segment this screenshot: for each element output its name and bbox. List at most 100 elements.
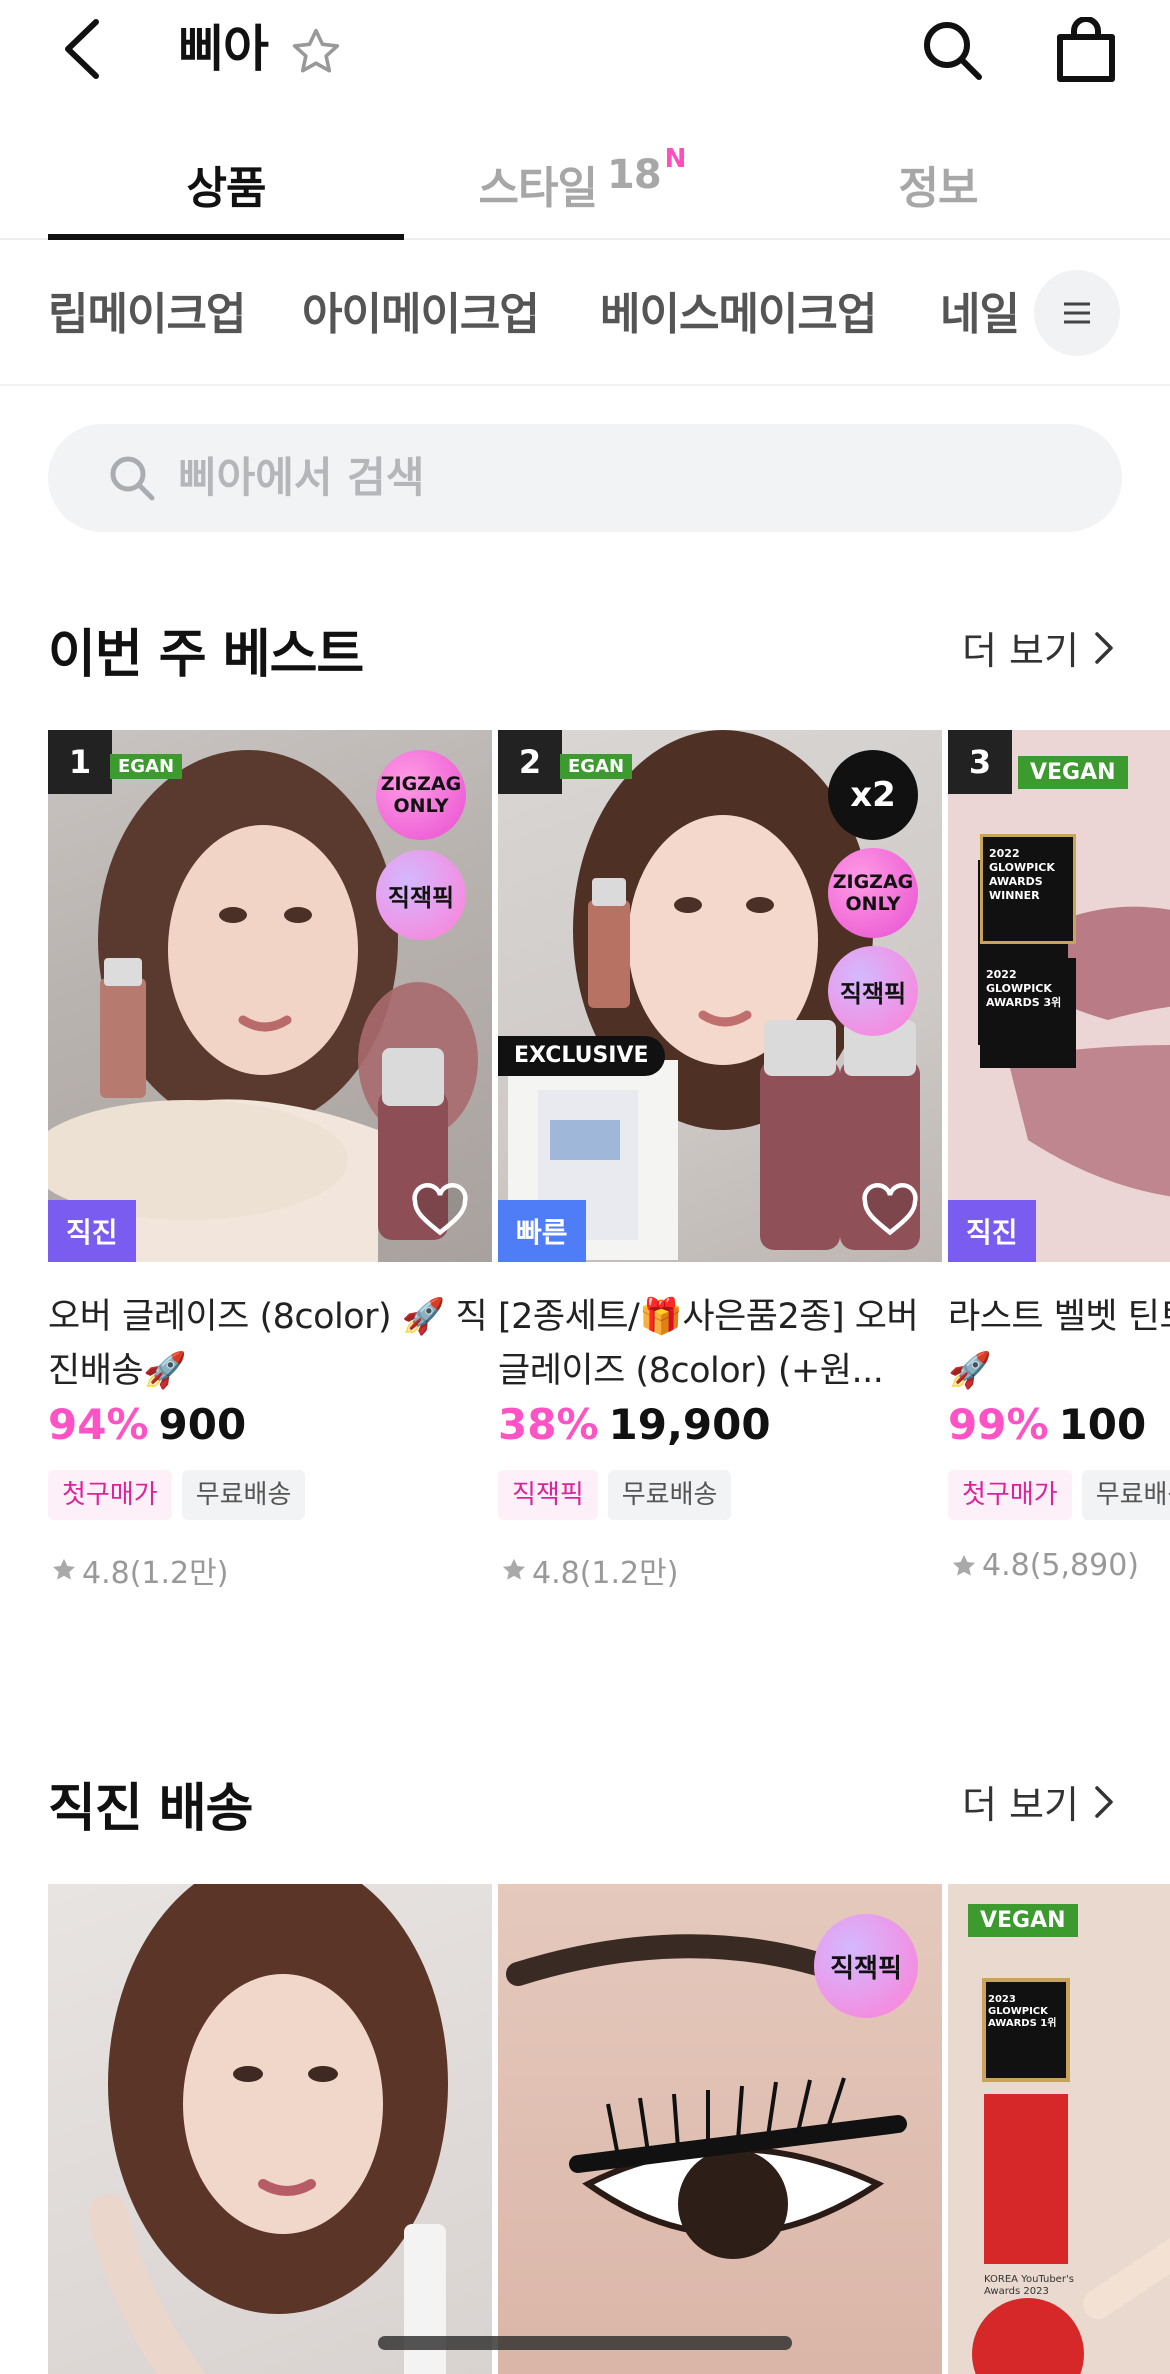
tab-info[interactable]: 정보 <box>760 130 1116 230</box>
category-chip[interactable]: 립메이크업 <box>48 278 246 342</box>
exclusive-label: EXCLUSIVE <box>498 1036 665 1076</box>
tab-style[interactable]: 스타일 18 N <box>404 130 760 230</box>
more-link[interactable]: 더 보기 <box>962 1774 1115 1829</box>
rating-value: 4.8(1.2만) <box>82 1556 229 1591</box>
tag-chip: 첫구매가 <box>948 1470 1072 1520</box>
product-image[interactable] <box>48 1884 492 2374</box>
product-card[interactable] <box>48 1884 492 2374</box>
tab-products[interactable]: 상품 <box>48 130 404 230</box>
jikjaekpick-badge: 직잭픽 <box>814 1914 918 2018</box>
product-card[interactable]: 2 EGAN x2 ZIGZAG ONLY 직잭픽 EXCLUSIVE 빠른 [… <box>498 730 942 1592</box>
price-value: 19,900 <box>608 1400 771 1449</box>
shipping-tag: 빠른 <box>498 1200 586 1262</box>
heart-icon[interactable] <box>860 1180 920 1240</box>
star-filled-icon <box>52 1558 76 1580</box>
section-title: 이번 주 베스트 <box>48 625 364 685</box>
search-icon <box>924 22 982 80</box>
star-filled-icon <box>952 1554 976 1576</box>
product-card[interactable]: VEGAN 2023 GLOWPICK AWARDS 1위 KOREA YouT… <box>948 1884 1170 2374</box>
store-search-bar[interactable]: 삐아에서 검색 <box>48 424 1122 532</box>
product-rating: 4.8(5,890) <box>950 1548 1139 1583</box>
shipping-tag: 직진 <box>48 1200 136 1262</box>
rank-badge: 3 <box>948 730 1012 794</box>
product-rating: 4.8(1.2만) <box>500 1548 678 1592</box>
product-tags: 직잭픽 무료배송 <box>498 1470 741 1520</box>
vegan-badge: VEGAN <box>1018 756 1128 789</box>
award-badge: 2022 GLOWPICK AWARDS 3위 <box>980 958 1076 1068</box>
shopping-bag-button[interactable] <box>1046 10 1126 90</box>
x2-badge: x2 <box>828 750 918 840</box>
new-badge: N <box>664 144 687 174</box>
menu-icon <box>1064 302 1090 324</box>
star-outline-icon <box>292 28 340 73</box>
tag-chip: 직잭픽 <box>498 1470 598 1520</box>
product-title: 라스트 벨벳 틴트 🚀직진배송🚀 <box>948 1297 1170 1391</box>
chevron-left-icon <box>65 19 99 79</box>
favorite-button[interactable] <box>284 20 348 84</box>
product-card[interactable]: 3 VEGAN 2022 GLOWPICK AWARDS WINNER 2022… <box>948 730 1170 1590</box>
product-title: [2종세트/🎁사은품2종] 오버 글레이즈 (8color) (+원... <box>498 1297 919 1391</box>
category-chip[interactable]: 아이메이크업 <box>302 278 540 342</box>
award-text: 2023 GLOWPICK AWARDS 1위 <box>988 1994 1057 2029</box>
active-tab-indicator <box>48 234 404 240</box>
store-tabs: 상품 스타일 18 N 정보 <box>0 110 1170 240</box>
tag-chip: 무료배송 <box>181 1470 306 1520</box>
shipping-tag: 직진 <box>948 1200 1036 1262</box>
product-image[interactable]: VEGAN 2023 GLOWPICK AWARDS 1위 KOREA YouT… <box>948 1884 1170 2374</box>
heart-icon[interactable] <box>410 1180 470 1240</box>
product-price: 38% 19,900 <box>498 1400 771 1449</box>
back-button[interactable] <box>48 14 118 84</box>
category-menu-button[interactable] <box>1034 270 1120 356</box>
store-title: 삐아 <box>178 20 269 78</box>
product-title: 오버 글레이즈 (8color) 🚀 직진배송🚀 <box>48 1297 488 1391</box>
product-image[interactable]: 1 EGAN ZIGZAG ONLY 직잭픽 직진 <box>48 730 492 1262</box>
jikjaekpick-badge: 직잭픽 <box>376 850 466 940</box>
tab-label: 스타일 <box>478 163 598 214</box>
tag-chip: 무료배송 <box>1081 1470 1170 1520</box>
award-badge: 2022 GLOWPICK AWARDS WINNER <box>980 834 1076 944</box>
discount-rate: 38% <box>498 1400 599 1449</box>
vegan-badge: EGAN <box>560 754 633 779</box>
product-image[interactable]: 직잭픽 <box>498 1884 942 2374</box>
shopping-bag-icon <box>1057 17 1115 82</box>
product-image[interactable]: 3 VEGAN 2022 GLOWPICK AWARDS WINNER 2022… <box>948 730 1170 1262</box>
zigzag-only-badge: ZIGZAG ONLY <box>828 848 918 938</box>
price-value: 900 <box>158 1400 247 1449</box>
category-chip[interactable]: 네일 <box>940 278 1020 342</box>
rating-value: 4.8(1.2만) <box>532 1556 679 1591</box>
product-image[interactable]: 2 EGAN x2 ZIGZAG ONLY 직잭픽 EXCLUSIVE 빠른 <box>498 730 942 1262</box>
more-link[interactable]: 더 보기 <box>962 620 1115 675</box>
search-input[interactable]: 삐아에서 검색 <box>178 424 424 532</box>
product-card[interactable]: 1 EGAN ZIGZAG ONLY 직잭픽 직진 오버 글레이즈 (8colo… <box>48 730 492 1592</box>
section-title: 직진 배송 <box>48 1779 253 1839</box>
rank-badge: 2 <box>498 730 562 794</box>
product-tags: 첫구매가 무료배송 <box>48 1470 315 1520</box>
rating-value: 4.8(5,890) <box>982 1548 1140 1583</box>
product-tags: 첫구매가 무료배송 <box>948 1470 1170 1520</box>
vegan-badge: VEGAN <box>968 1904 1078 1937</box>
discount-rate: 99% <box>948 1400 1049 1449</box>
search-button[interactable] <box>912 10 992 90</box>
award-caption: KOREA YouTuber's Awards 2023 <box>984 2274 1074 2297</box>
zigzag-only-badge: ZIGZAG ONLY <box>376 750 466 840</box>
category-chip[interactable]: 베이스메이크업 <box>600 278 877 342</box>
search-icon <box>110 456 155 501</box>
rank-badge: 1 <box>48 730 112 794</box>
tag-chip: 첫구매가 <box>48 1470 172 1520</box>
tab-label: 상품 <box>186 163 267 214</box>
chevron-right-icon <box>1095 1785 1113 1818</box>
more-label: 더 보기 <box>962 629 1079 673</box>
product-rating: 4.8(1.2만) <box>50 1548 228 1592</box>
price-value: 100 <box>1058 1400 1147 1449</box>
product-card[interactable]: 직잭픽 <box>498 1884 942 2374</box>
home-indicator <box>378 2336 792 2350</box>
discount-rate: 94% <box>48 1400 149 1449</box>
product-price: 94% 900 <box>48 1400 246 1449</box>
award-illustration <box>972 1978 1170 2374</box>
more-label: 더 보기 <box>962 1783 1079 1827</box>
tab-label: 정보 <box>898 163 979 214</box>
chevron-right-icon <box>1095 631 1113 664</box>
jikjaekpick-badge: 직잭픽 <box>828 946 918 1036</box>
model-illustration <box>88 1884 448 2374</box>
tab-count: 18 <box>607 152 662 198</box>
